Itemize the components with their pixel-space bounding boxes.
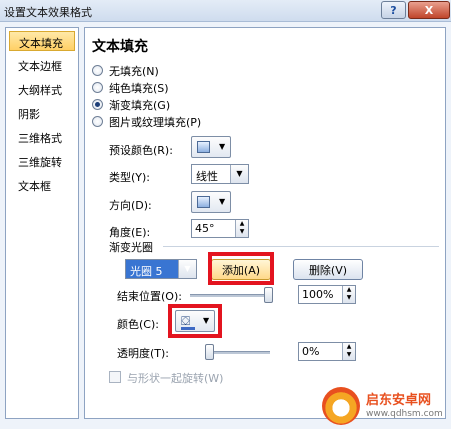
radio-picture-fill-label: 图片或纹理填充(P) bbox=[109, 116, 202, 129]
sidebar-item-label: 三维旋转 bbox=[18, 156, 62, 169]
transparency-slider[interactable] bbox=[205, 344, 214, 360]
settings-panel: 文本填充 无填充(N) 纯色填充(S) 渐变填充(G) 图片或纹理填充(P) 预… bbox=[84, 27, 446, 419]
highlight-box-color bbox=[168, 304, 222, 338]
panel-heading: 文本填充 bbox=[92, 39, 148, 55]
radio-solid-fill-label: 纯色填充(S) bbox=[109, 82, 169, 95]
gradient-stops-label: 渐变光圈 bbox=[109, 241, 153, 254]
rotate-with-shape-checkbox[interactable] bbox=[109, 371, 121, 383]
close-icon: X bbox=[424, 3, 434, 17]
type-select[interactable]: 线性 ▼ bbox=[191, 164, 249, 184]
spinner-arrows-icon[interactable]: ▲ ▼ bbox=[342, 343, 355, 360]
angle-value: 45° bbox=[195, 222, 215, 235]
sidebar-item-label: 大纲样式 bbox=[18, 84, 62, 97]
transparency-track bbox=[205, 351, 270, 354]
delete-stop-button[interactable]: 删除(V) bbox=[293, 259, 363, 280]
chevron-down-icon: ▼ bbox=[219, 142, 226, 151]
watermark-logo-icon bbox=[322, 387, 360, 425]
chevron-down-icon: ▼ bbox=[219, 197, 226, 206]
sidebar-item-text-outline[interactable]: 文本边框 bbox=[9, 55, 75, 75]
sidebar-item-label: 文本边框 bbox=[18, 60, 62, 73]
radio-gradient-fill[interactable] bbox=[92, 99, 103, 110]
end-position-slider[interactable] bbox=[264, 287, 273, 303]
sidebar-item-shadow[interactable]: 阴影 bbox=[9, 103, 75, 123]
category-list: 文本填充 文本边框 大纲样式 阴影 三维格式 三维旋转 文本框 bbox=[5, 27, 79, 419]
end-position-input[interactable]: 100% ▲ ▼ bbox=[298, 285, 356, 304]
preset-colors-button[interactable]: ▼ bbox=[191, 136, 231, 158]
help-icon: ? bbox=[390, 3, 397, 17]
sidebar-item-3d-rotation[interactable]: 三维旋转 bbox=[9, 151, 75, 171]
angle-label: 角度(E): bbox=[109, 226, 151, 239]
delete-stop-label: 删除(V) bbox=[308, 263, 348, 277]
radio-picture-fill[interactable] bbox=[92, 116, 103, 127]
gradient-stop-select[interactable]: 光圈 5 ▼ bbox=[125, 259, 197, 279]
title-bar: 设置文本效果格式 ? X bbox=[0, 0, 451, 22]
close-button[interactable]: X bbox=[408, 1, 450, 19]
end-position-label: 结束位置(O): bbox=[117, 290, 182, 303]
preset-colors-label: 预设颜色(R): bbox=[109, 144, 173, 157]
color-label: 颜色(C): bbox=[117, 318, 159, 331]
direction-button[interactable]: ▼ bbox=[191, 191, 231, 213]
help-button[interactable]: ? bbox=[381, 1, 406, 19]
sidebar-item-text-fill[interactable]: 文本填充 bbox=[9, 31, 75, 51]
sidebar-item-label: 文本框 bbox=[18, 180, 51, 193]
gradient-stop-value: 光圈 5 bbox=[130, 265, 163, 278]
watermark-name: 启东安卓网 bbox=[366, 393, 432, 408]
end-position-track bbox=[190, 294, 270, 297]
chevron-down-icon: ▼ bbox=[230, 165, 248, 183]
sidebar-item-text-box[interactable]: 文本框 bbox=[9, 175, 75, 195]
chevron-down-icon: ▼ bbox=[178, 260, 196, 278]
spinner-arrows-icon[interactable]: ▲ ▼ bbox=[342, 286, 355, 303]
preset-swatch-icon bbox=[197, 141, 210, 153]
sidebar-item-label: 三维格式 bbox=[18, 132, 62, 145]
sidebar-item-outline-style[interactable]: 大纲样式 bbox=[9, 79, 75, 99]
sidebar-item-3d-format[interactable]: 三维格式 bbox=[9, 127, 75, 147]
highlight-box-add bbox=[208, 252, 274, 285]
sidebar-item-label: 文本填充 bbox=[19, 37, 63, 50]
radio-gradient-fill-label: 渐变填充(G) bbox=[109, 99, 171, 112]
divider bbox=[163, 246, 439, 247]
watermark-url: www.qdhsm.com bbox=[366, 409, 443, 419]
end-position-value: 100% bbox=[302, 288, 334, 301]
window-title: 设置文本效果格式 bbox=[4, 6, 92, 19]
type-value: 线性 bbox=[196, 170, 218, 183]
radio-solid-fill[interactable] bbox=[92, 82, 103, 93]
sidebar-item-label: 阴影 bbox=[18, 108, 40, 121]
transparency-input[interactable]: 0% ▲ ▼ bbox=[298, 342, 356, 361]
angle-input[interactable]: 45° ▲ ▼ bbox=[191, 219, 249, 238]
direction-swatch-icon bbox=[197, 196, 210, 208]
transparency-value: 0% bbox=[302, 345, 320, 358]
radio-no-fill[interactable] bbox=[92, 65, 103, 76]
rotate-with-shape-label: 与形状一起旋转(W) bbox=[127, 372, 224, 385]
type-label: 类型(Y): bbox=[109, 171, 151, 184]
radio-no-fill-label: 无填充(N) bbox=[109, 65, 159, 78]
direction-label: 方向(D): bbox=[109, 199, 152, 212]
watermark: 启东安卓网 www.qdhsm.com bbox=[318, 385, 449, 427]
spinner-arrows-icon[interactable]: ▲ ▼ bbox=[235, 220, 248, 237]
transparency-label: 透明度(T): bbox=[117, 347, 170, 360]
